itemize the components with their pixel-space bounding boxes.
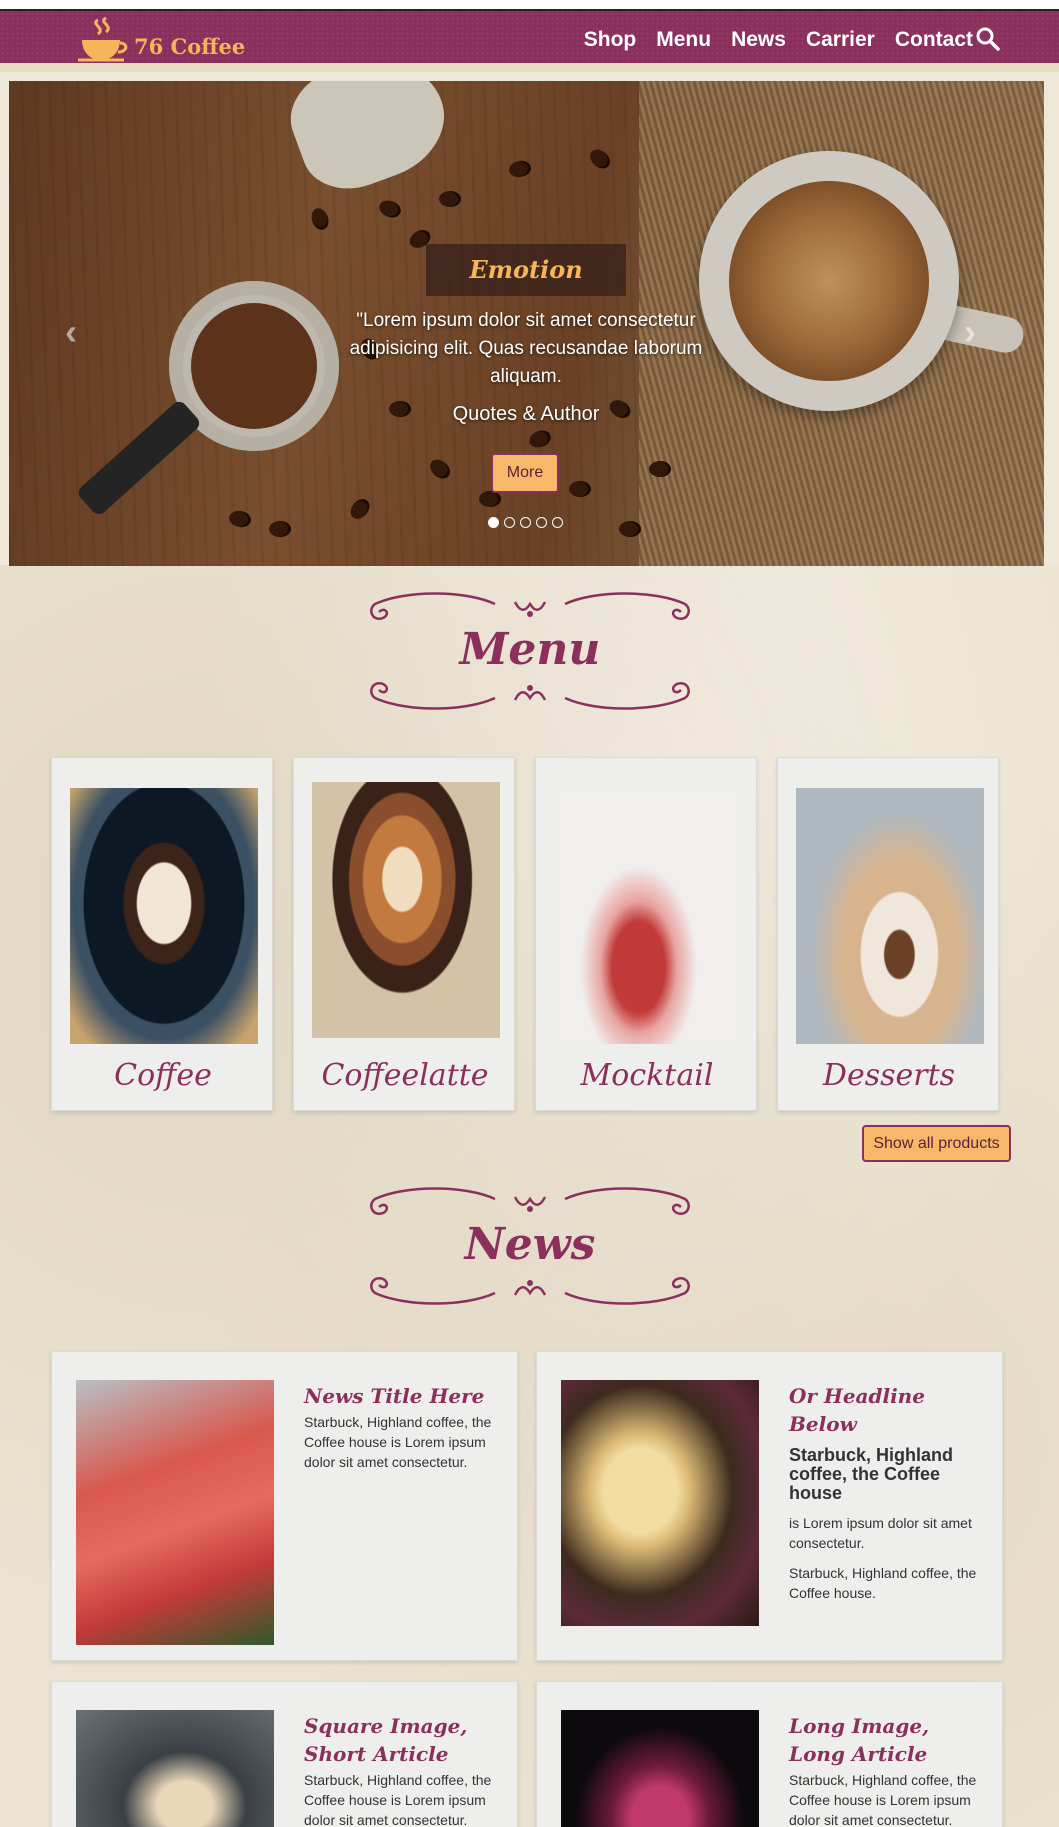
- carousel-indicators: [488, 517, 563, 528]
- nav-news[interactable]: News: [731, 28, 786, 52]
- mocktail-image: [554, 788, 742, 1044]
- menu-card-label: Mocktail: [580, 1058, 714, 1093]
- hero-author: Quotes & Author: [452, 403, 600, 425]
- hero-quote: "Lorem ipsum dolor sit amet consectetur …: [349, 310, 703, 387]
- nav-contact[interactable]: Contact: [895, 28, 973, 52]
- news-title[interactable]: Square Image, Short Article: [304, 1712, 504, 1768]
- menu-heading-block: Menu: [365, 590, 695, 714]
- menu-card-mocktail[interactable]: Mocktail: [535, 757, 757, 1111]
- news-paragraph: is Lorem ipsum dolor sit amet consectetu…: [789, 1515, 972, 1551]
- news-title[interactable]: Long Image, Long Article: [789, 1712, 989, 1768]
- show-all-products-button[interactable]: Show all products: [862, 1125, 1011, 1162]
- ornament-top-icon: [370, 592, 690, 621]
- news-paragraph: Starbuck, Highland coffee, the Coffee ho…: [789, 1565, 977, 1601]
- brand-logo[interactable]: 76 Coffee: [76, 16, 245, 66]
- news-body: Starbuck, Highland coffee, the Coffee ho…: [304, 1772, 492, 1827]
- latte-image: [312, 782, 500, 1038]
- news-image: [76, 1380, 274, 1645]
- menu-cards: Coffee Coffeelatte Mocktail Desserts: [51, 757, 999, 1111]
- menu-heading: Menu: [459, 624, 601, 675]
- hero-caption: Emotion "Lorem ipsum dolor sit amet cons…: [9, 81, 1044, 566]
- nav-menu-link[interactable]: Menu: [656, 28, 711, 52]
- ornament-top-icon: [370, 1187, 690, 1216]
- news-body: Starbuck, Highland coffee, the Coffee ho…: [304, 1414, 492, 1470]
- carousel-dot[interactable]: [520, 517, 531, 528]
- carousel-prev-icon[interactable]: ‹: [65, 311, 77, 353]
- news-card[interactable]: Long Image, Long Article Starbuck, Highl…: [536, 1681, 1003, 1827]
- carousel-dot[interactable]: [488, 517, 499, 528]
- search-icon[interactable]: [975, 26, 1001, 52]
- menu-card-label: Coffeelatte: [321, 1058, 489, 1093]
- news-subtitle: Starbuck, Highland coffee, the Coffee ho…: [789, 1445, 954, 1503]
- desserts-image: [796, 788, 984, 1044]
- hero-carousel: Emotion "Lorem ipsum dolor sit amet cons…: [9, 81, 1044, 566]
- coffee-cup-icon: [78, 16, 128, 62]
- menu-card-coffee[interactable]: Coffee: [51, 757, 273, 1111]
- news-image: [561, 1710, 759, 1827]
- news-heading-block: News: [365, 1185, 695, 1309]
- brand-name: 76 Coffee: [134, 33, 246, 59]
- menu-card-label: Coffee: [114, 1058, 212, 1093]
- news-card[interactable]: Or Headline Below Starbuck, Highland cof…: [536, 1351, 1003, 1661]
- hero-more-button[interactable]: More: [491, 453, 559, 493]
- news-card[interactable]: News Title Here Starbuck, Highland coffe…: [51, 1351, 518, 1661]
- main-navbar: 76 Coffee Shop Menu News Carrier Contact: [0, 11, 1059, 72]
- menu-card-label: Desserts: [822, 1058, 956, 1093]
- hero-title: Emotion: [426, 244, 626, 296]
- carousel-dot[interactable]: [536, 517, 547, 528]
- carousel-next-icon[interactable]: ›: [964, 311, 976, 353]
- ornament-bottom-icon: [370, 1276, 690, 1305]
- nav-menu: Shop Menu News Carrier Contact: [584, 28, 973, 52]
- carousel-dot[interactable]: [552, 517, 563, 528]
- ornament-bottom-icon: [370, 681, 690, 710]
- nav-shop[interactable]: Shop: [584, 28, 637, 52]
- news-card[interactable]: Square Image, Short Article Starbuck, Hi…: [51, 1681, 518, 1827]
- nav-carrier[interactable]: Carrier: [806, 28, 875, 52]
- news-body: Starbuck, Highland coffee, the Coffee ho…: [789, 1772, 977, 1827]
- news-title[interactable]: News Title Here: [304, 1382, 504, 1410]
- menu-card-coffeelatte[interactable]: Coffeelatte: [293, 757, 515, 1111]
- news-heading: News: [464, 1219, 596, 1270]
- news-image: [561, 1380, 759, 1626]
- carousel-dot[interactable]: [504, 517, 515, 528]
- coffee-image: [70, 788, 258, 1044]
- news-title[interactable]: Or Headline Below: [789, 1382, 989, 1438]
- menu-card-desserts[interactable]: Desserts: [777, 757, 999, 1111]
- news-image: [76, 1710, 274, 1827]
- top-border: [0, 0, 1059, 11]
